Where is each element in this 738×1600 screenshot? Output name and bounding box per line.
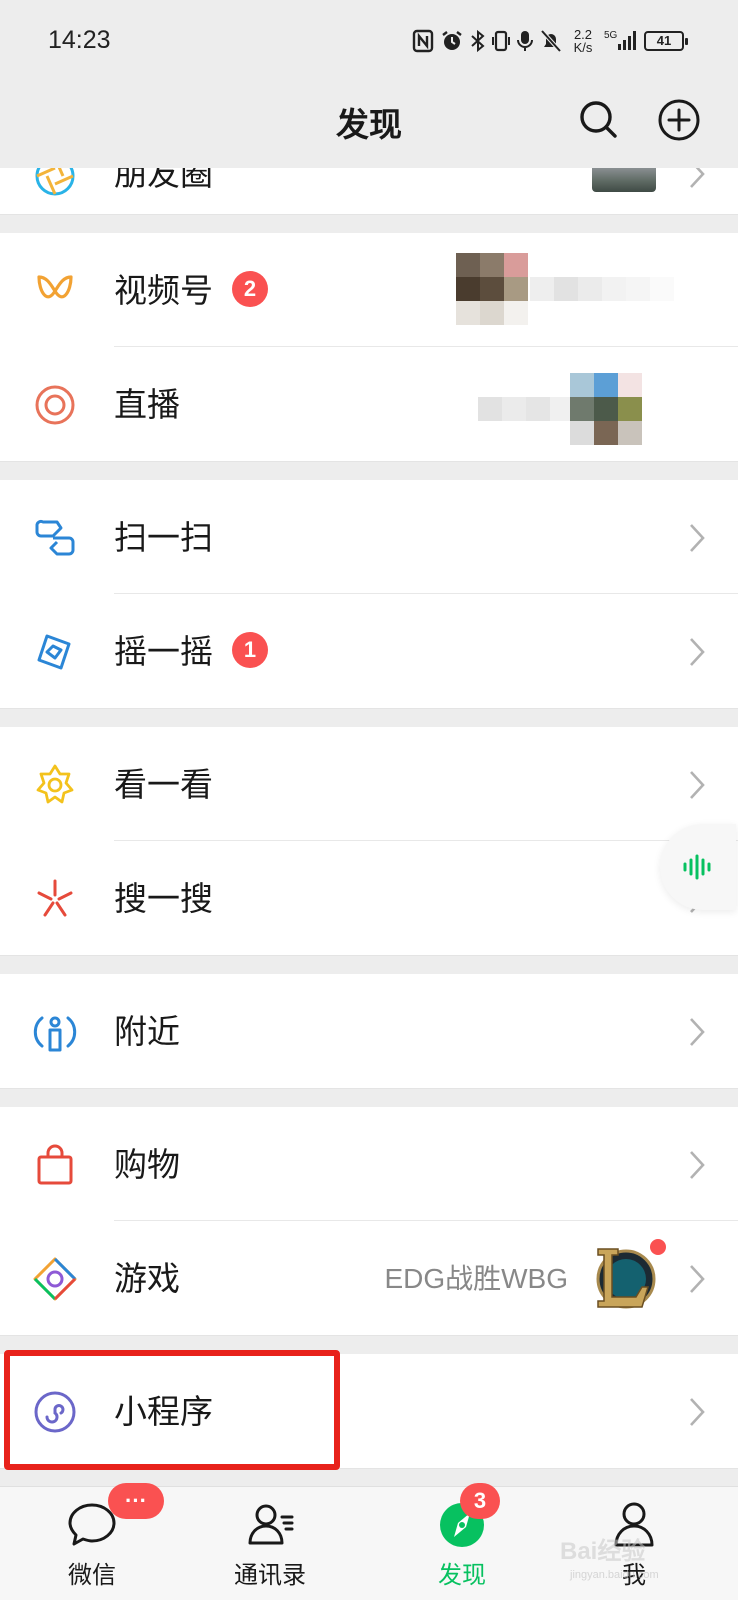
chevron-right-icon <box>690 1018 705 1046</box>
bluetooth-icon <box>471 29 485 53</box>
tab-chats[interactable]: ··· 微信 <box>22 1483 164 1600</box>
tab-label: 通讯录 <box>234 1561 306 1589</box>
row-label: 摇一摇 <box>114 632 213 671</box>
row-label: 视频号 <box>114 271 213 310</box>
games-icon <box>33 1257 77 1301</box>
row-shopping[interactable]: 购物 <box>0 1107 738 1221</box>
contacts-icon <box>248 1504 294 1545</box>
group-nearby: 附近 <box>0 974 738 1089</box>
battery-indicator: 41 <box>644 31 688 51</box>
section-gap <box>0 215 738 233</box>
signal-5g-icon: 5G <box>604 30 636 50</box>
tab-discover[interactable]: 3 发现 <box>392 1483 532 1600</box>
row-moments[interactable]: 朋友圈 <box>0 168 738 214</box>
row-live[interactable]: 直播 <box>0 347 738 461</box>
live-icon <box>35 385 75 425</box>
row-label: 直播 <box>114 385 180 424</box>
sound-wave-icon <box>683 854 711 880</box>
group-shopping: 购物 游戏 EDG战胜WBG <box>0 1107 738 1336</box>
chevron-right-icon <box>690 1398 705 1426</box>
row-shake[interactable]: 摇一摇 1 <box>0 594 738 708</box>
page-title: 发现 <box>336 105 402 144</box>
tab-contacts[interactable]: 通讯录 <box>200 1487 340 1600</box>
blurred-thumbnail <box>570 373 642 445</box>
shopping-bag-icon <box>37 1144 73 1185</box>
scan-icon <box>35 519 75 556</box>
section-gap <box>0 709 738 727</box>
row-label: 朋友圈 <box>114 168 213 193</box>
chevron-right-icon <box>690 638 705 666</box>
blurred-text <box>530 277 674 301</box>
plus-circle-icon <box>658 99 700 141</box>
row-label: 看一看 <box>114 765 213 804</box>
nfc-icon <box>412 29 434 53</box>
highlight-annotation <box>4 1350 340 1470</box>
row-top-stories[interactable]: 看一看 <box>0 727 738 841</box>
group-scan: 扫一扫 摇一摇 1 <box>0 480 738 709</box>
search-spark-icon <box>37 879 73 917</box>
game-logo-icon <box>596 1248 656 1309</box>
row-nearby[interactable]: 附近 <box>0 974 738 1088</box>
vibrate-icon <box>492 30 510 52</box>
chevron-right-icon <box>690 1265 705 1293</box>
search-button[interactable] <box>575 96 623 144</box>
moments-thumbnail <box>592 168 656 192</box>
row-label: 扫一扫 <box>114 518 213 557</box>
unread-badge: ··· <box>108 1483 164 1519</box>
discover-list[interactable]: 朋友圈 视频号 2 直播 扫一扫 摇一摇 1 看一看 搜一搜 附近 购物 游戏 … <box>0 168 738 1486</box>
search-icon <box>580 101 617 138</box>
tab-label: 微信 <box>68 1561 116 1589</box>
microphone-icon <box>517 31 533 51</box>
unread-badge: 3 <box>460 1483 500 1519</box>
row-label: 游戏 <box>114 1259 180 1298</box>
shake-icon <box>37 634 71 670</box>
top-stories-icon <box>36 764 74 804</box>
chevron-right-icon <box>690 524 705 552</box>
section-gap <box>0 1089 738 1107</box>
status-bar: 14:23 2.2 K/s 5G 41 <box>0 0 738 82</box>
chevron-right-icon <box>690 1151 705 1179</box>
row-search[interactable]: 搜一搜 <box>0 841 738 955</box>
mute-bell-icon <box>540 29 562 53</box>
moments-icon <box>35 168 75 196</box>
unread-badge: 2 <box>232 271 268 307</box>
section-gap <box>0 462 738 480</box>
channels-icon <box>37 275 73 299</box>
row-channels[interactable]: 视频号 2 <box>0 233 738 347</box>
notification-dot <box>650 1239 666 1255</box>
svg-text:5G: 5G <box>604 30 618 41</box>
network-speed: 2.2 K/s <box>573 27 593 55</box>
nearby-icon <box>33 1016 77 1052</box>
row-games[interactable]: 游戏 EDG战胜WBG <box>0 1221 738 1335</box>
chevron-right-icon <box>690 168 705 188</box>
unread-badge: 1 <box>232 632 268 668</box>
tab-label: 发现 <box>438 1561 486 1589</box>
watermark-url: jingyan.baidu.com <box>570 1569 659 1581</box>
add-button[interactable] <box>655 96 703 144</box>
status-time: 14:23 <box>48 26 111 54</box>
row-label: 搜一搜 <box>114 879 213 918</box>
row-label: 附近 <box>114 1012 180 1051</box>
blurred-thumbnail <box>456 253 528 325</box>
status-icons: 2.2 K/s 5G 41 <box>412 26 688 56</box>
section-gap <box>0 956 738 974</box>
alarm-icon <box>442 31 462 50</box>
watermark: Bai经验 <box>560 1538 646 1565</box>
group-moments: 朋友圈 <box>0 168 738 215</box>
navigation-header: 发现 <box>0 82 738 168</box>
chevron-right-icon <box>690 771 705 799</box>
blurred-text <box>478 397 574 421</box>
group-channels: 视频号 2 直播 <box>0 233 738 462</box>
floating-voice-button[interactable] <box>660 824 736 910</box>
row-scan[interactable]: 扫一扫 <box>0 480 738 594</box>
group-top-stories: 看一看 搜一搜 <box>0 727 738 956</box>
game-news-text: EDG战胜WBG <box>384 1263 568 1294</box>
row-label: 购物 <box>114 1145 180 1184</box>
bottom-tab-bar: ··· 微信 通讯录 3 发现 我 Bai经验 jingyan.baidu.co… <box>0 1483 738 1600</box>
